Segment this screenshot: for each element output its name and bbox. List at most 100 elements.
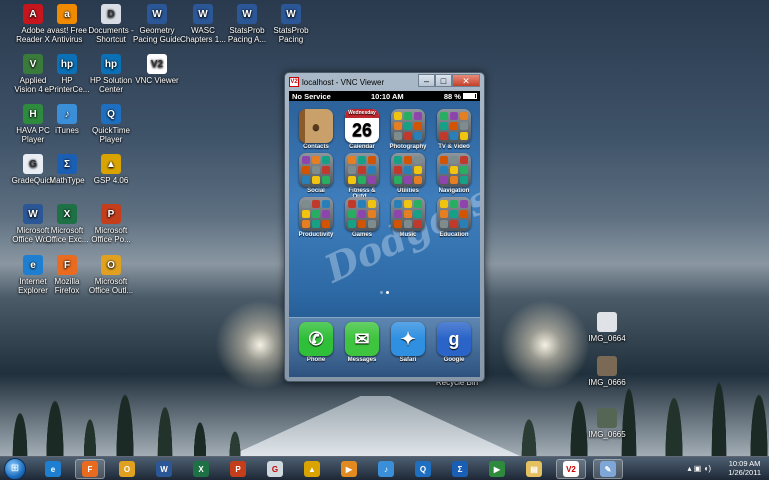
taskbar-word-button[interactable]: W (149, 459, 179, 479)
desktop-icon[interactable]: O Microsoft Office Outl... (78, 255, 144, 295)
desktop-icon[interactable]: V2 VNC Viewer (124, 54, 190, 85)
dock-app-messages[interactable]: ✉ Messages (339, 322, 385, 363)
window-titlebar[interactable]: V2 localhost - VNC Viewer (289, 75, 424, 89)
app-contacts[interactable]: ● Contacts (293, 109, 339, 150)
taskbar-excel-button[interactable]: X (186, 459, 216, 479)
folder-mini-app-icon (460, 200, 468, 208)
taskbar-explorer-button[interactable]: ▤ (519, 459, 549, 479)
taskbar-powerpoint-button[interactable]: P (223, 459, 253, 479)
dock-app-label: Google (443, 357, 465, 363)
taskbar-paint-button[interactable]: ✎ (593, 459, 623, 479)
folder-mini-app-icon (358, 220, 366, 228)
app-fitness-outd[interactable]: Fitness & Outd... (339, 153, 385, 200)
taskbar-gradequick-button[interactable]: G (260, 459, 290, 479)
powerpoint-icon: P (101, 204, 121, 224)
battery-icon (462, 93, 477, 99)
outlook-icon: O (101, 255, 121, 275)
folder-mini-app-icon (460, 132, 468, 140)
close-button[interactable]: ✕ (452, 74, 480, 87)
folder-mini-app-icon (404, 166, 412, 174)
taskbar-itunes-button[interactable]: ♪ (371, 459, 401, 479)
word-doc-icon: W (237, 4, 257, 24)
folder-mini-app-icon (394, 112, 402, 120)
itunes-icon: ♪ (57, 104, 77, 124)
desktop-icon[interactable]: ▲ GSP 4.06 (78, 154, 144, 185)
taskbar-quicktime-button[interactable]: Q (408, 459, 438, 479)
dock-app-phone[interactable]: ✆ Phone (293, 322, 339, 363)
firefox-icon: F (82, 461, 98, 477)
mathtype-icon: Σ (452, 461, 468, 477)
folder-mini-app-icon (414, 112, 422, 120)
taskbar-outlook-button[interactable]: O (112, 459, 142, 479)
app-tv-video[interactable]: TV & Video (431, 109, 477, 150)
app-games[interactable]: Games (339, 197, 385, 238)
folder-mini-app-icon (348, 220, 356, 228)
folder-mini-app-icon (460, 210, 468, 218)
folder-mini-app-icon (368, 220, 376, 228)
desktop-icon[interactable]: W StatsProb Pacing (258, 4, 324, 44)
dock-app-safari[interactable]: ✦ Safari (385, 322, 431, 363)
calendar-weekday: Wednesday (345, 109, 379, 118)
clock-date: 1/26/2011 (728, 468, 761, 477)
quicktime-icon: Q (415, 461, 431, 477)
folder-mini-app-icon (322, 200, 330, 208)
folder-mini-app-icon (440, 210, 448, 218)
desktop-icon[interactable]: Q QuickTime Player (78, 104, 144, 144)
system-tray-icons[interactable]: ▴ ▣ ◖) (687, 464, 711, 473)
folder-mini-app-icon (394, 122, 402, 130)
folder-mini-app-icon (348, 176, 356, 184)
folder-mini-app-icon (440, 156, 448, 164)
desktop-icon[interactable]: IMG_0666 (574, 356, 640, 387)
app-navigation[interactable]: Navigation (431, 153, 477, 194)
desktop-icon-label: VNC Viewer (135, 76, 179, 85)
taskbar-ie-button[interactable]: e (38, 459, 68, 479)
taskbar-mathtype-button[interactable]: Σ (445, 459, 475, 479)
taskbar-vnc-button[interactable]: V2 (556, 459, 586, 479)
app-music[interactable]: Music (385, 197, 431, 238)
app-utilities[interactable]: Utilities (385, 153, 431, 194)
excel-icon: X (193, 461, 209, 477)
folder-mini-app-icon (302, 200, 310, 208)
app-education[interactable]: Education (431, 197, 477, 238)
app-productivity[interactable]: Productivity (293, 197, 339, 238)
taskbar-media-button[interactable]: ▶ (334, 459, 364, 479)
iphone-screen[interactable]: No Service 10:10 AM 88 % Dodgers ● Contac… (289, 91, 480, 377)
app-photography[interactable]: Photography (385, 109, 431, 150)
folder-mini-app-icon (450, 200, 458, 208)
folder-mini-app-icon (450, 122, 458, 130)
minimize-button[interactable]: – (418, 74, 435, 87)
gradequick-icon: G (267, 461, 283, 477)
clock[interactable]: 10:09 AM 1/26/2011 (728, 459, 761, 477)
taskbar-gsp-button[interactable]: ▲ (297, 459, 327, 479)
vnc-icon: V2 (563, 461, 579, 477)
page-dot-active (386, 291, 389, 294)
folder-mini-app-icon (302, 156, 310, 164)
desktop-icon[interactable]: IMG_0664 (574, 312, 640, 343)
folder-mini-app-icon (460, 112, 468, 120)
taskbar-firefox-button[interactable]: F (75, 459, 105, 479)
vnc-viewer-window[interactable]: V2 localhost - VNC Viewer – □ ✕ No Servi… (284, 72, 485, 382)
folder-mini-app-icon (440, 220, 448, 228)
tree-line-left (0, 306, 300, 456)
maximize-button[interactable]: □ (435, 74, 452, 87)
desktop-icon-label: IMG_0665 (588, 430, 626, 439)
dock-app-google[interactable]: g Google (431, 322, 477, 363)
app-label: Social (307, 188, 325, 194)
app-calendar[interactable]: Wednesday 26 Calendar (339, 109, 385, 150)
desktop-icon[interactable]: P Microsoft Office Po... (78, 204, 144, 244)
app-social[interactable]: Social (293, 153, 339, 194)
start-button[interactable]: ⊞ (4, 458, 26, 480)
folder-mini-app-icon (312, 200, 320, 208)
folder-mini-app-icon (312, 166, 320, 174)
app-label: Photography (389, 144, 427, 150)
folder-mini-app-icon (312, 220, 320, 228)
desktop-icon[interactable]: IMG_0665 (574, 408, 640, 439)
calendar-icon: Wednesday 26 (345, 109, 379, 143)
battery-fill (463, 94, 475, 98)
powerpoint-icon: P (230, 461, 246, 477)
carrier-label: No Service (292, 91, 331, 101)
folder-mini-app-icon (394, 166, 402, 174)
folder-mini-app-icon (414, 200, 422, 208)
page-indicator[interactable] (289, 291, 480, 294)
taskbar-hava-button[interactable]: ▶ (482, 459, 512, 479)
